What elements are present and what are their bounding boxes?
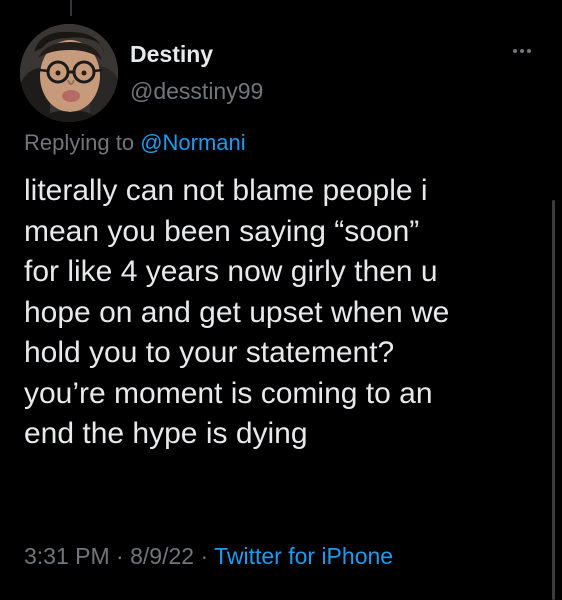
tweet-text-line: for like 4 years now girly then u (24, 255, 438, 288)
more-icon (513, 49, 517, 53)
thread-connector-line (70, 0, 72, 16)
tweet-text-line: you’re moment is coming to an (24, 376, 433, 410)
replying-to-prefix: Replying to (24, 130, 141, 155)
avatar[interactable] (20, 24, 118, 122)
display-name[interactable]: Destiny (130, 41, 213, 68)
more-options-button[interactable] (508, 46, 536, 56)
user-handle[interactable]: @desstiny99 (130, 78, 263, 105)
tweet-date[interactable]: 8/9/22 (130, 543, 194, 569)
tweet-text-line: hope on and get upset when we (24, 295, 450, 329)
more-icon-dot-2 (520, 49, 524, 53)
tweet-source-link[interactable]: Twitter for iPhone (214, 543, 393, 569)
tweet-text-line: hold you to your statement? (24, 336, 395, 369)
meta-separator: · (109, 543, 131, 569)
scrollbar[interactable] (552, 200, 555, 600)
profile-photo-icon (20, 24, 118, 122)
tweet-text-line: end the hype is dying (24, 417, 308, 450)
tweet-text-line: mean you been saying “soon” (24, 214, 420, 248)
reply-mention-link[interactable]: @Normani (140, 130, 245, 155)
tweet-text-line: literally can not blame people i (24, 174, 428, 207)
replying-to: Replying to @Normani (24, 130, 246, 156)
tweet-time[interactable]: 3:31 PM (24, 543, 110, 569)
tweet-text: literally can not blame people i mean yo… (24, 171, 544, 455)
tweet-metadata: 3:31 PM · 8/9/22 · Twitter for iPhone (24, 543, 393, 570)
more-icon-dot-3 (527, 49, 531, 53)
meta-separator: · (194, 543, 215, 569)
